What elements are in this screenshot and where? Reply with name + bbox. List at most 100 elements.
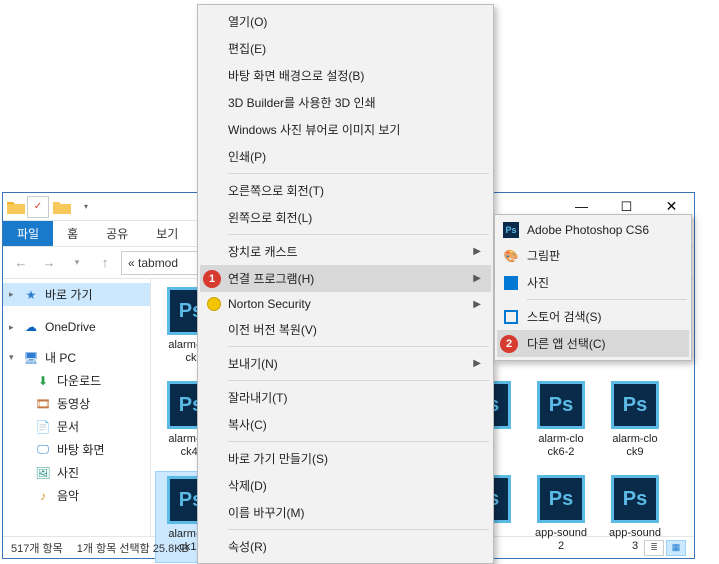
photoshop-file-icon: Ps bbox=[611, 381, 659, 429]
photoshop-file-icon: Ps bbox=[537, 381, 585, 429]
navigation-pane: ▸ ★ 바로 가기 ▸ ☁ OneDrive ▾ 🖥 내 PC ⬇ 다운로드 🎞 bbox=[3, 279, 151, 536]
nav-up[interactable]: ↑ bbox=[93, 251, 117, 275]
nav-label: 사진 bbox=[57, 464, 79, 481]
submenu-item-label: 그림판 bbox=[527, 247, 560, 264]
submenu-arrow-icon: ▶ bbox=[473, 273, 481, 284]
menu-item[interactable]: 왼쪽으로 회전(L) bbox=[200, 204, 491, 231]
menu-item[interactable]: 복사(C) bbox=[200, 411, 491, 438]
nav-onedrive[interactable]: ▸ ☁ OneDrive bbox=[3, 316, 150, 338]
file-item[interactable]: Ps app-sound2 bbox=[525, 471, 597, 563]
video-icon: 🎞 bbox=[35, 396, 51, 412]
tab-share[interactable]: 공유 bbox=[92, 221, 142, 246]
menu-separator bbox=[228, 529, 489, 530]
menu-item[interactable]: 열기(O) bbox=[200, 8, 491, 35]
menu-item[interactable]: Norton Security▶ bbox=[200, 292, 491, 316]
file-name-label: app-sound2 bbox=[535, 527, 587, 553]
submenu-item[interactable]: 2 다른 앱 선택(C) bbox=[497, 330, 689, 357]
submenu-item-label: 스토어 검색(S) bbox=[527, 308, 602, 325]
item-count: 517개 항목 bbox=[11, 540, 63, 556]
nav-documents[interactable]: 📄 문서 bbox=[3, 415, 150, 438]
folder-icon bbox=[7, 198, 25, 216]
nav-quick-access[interactable]: ▸ ★ 바로 가기 bbox=[3, 283, 150, 306]
menu-item-label: 복사(C) bbox=[228, 416, 267, 433]
selection-info: 1개 항목 선택함 25.8KB bbox=[77, 540, 189, 556]
menu-item[interactable]: 1 연결 프로그램(H) ▶ bbox=[200, 265, 491, 292]
menu-item[interactable]: 이름 바꾸기(M) bbox=[200, 499, 491, 526]
nav-music[interactable]: ♪ 음악 bbox=[3, 484, 150, 507]
nav-label: 문서 bbox=[57, 418, 79, 435]
menu-item-label: 오른쪽으로 회전(T) bbox=[228, 182, 324, 199]
view-details-button[interactable]: ≣ bbox=[644, 540, 664, 556]
submenu-item[interactable]: 🎨그림판 bbox=[497, 242, 689, 269]
menu-item[interactable]: 편집(E) bbox=[200, 35, 491, 62]
menu-item[interactable]: 인쇄(P) bbox=[200, 143, 491, 170]
context-submenu-open-with: PsAdobe Photoshop CS6🎨그림판사진스토어 검색(S) 2 다른 … bbox=[494, 214, 692, 361]
qat-folder-icon[interactable] bbox=[51, 196, 73, 218]
photoshop-file-icon: Ps bbox=[537, 475, 585, 523]
step-badge: 1 bbox=[203, 270, 221, 288]
submenu-arrow-icon: ▶ bbox=[473, 246, 481, 257]
submenu-item[interactable]: 사진 bbox=[497, 269, 689, 296]
tab-home[interactable]: 홈 bbox=[53, 221, 92, 246]
menu-item[interactable]: Windows 사진 뷰어로 이미지 보기 bbox=[200, 116, 491, 143]
menu-item-label: 바탕 화면 배경으로 설정(B) bbox=[228, 67, 364, 84]
photoshop-icon: Ps bbox=[503, 222, 519, 238]
nav-label: 내 PC bbox=[45, 349, 76, 366]
nav-label: 음악 bbox=[57, 487, 79, 504]
menu-item[interactable]: 속성(R) bbox=[200, 533, 491, 560]
submenu-item-label: 다른 앱 선택(C) bbox=[527, 335, 606, 352]
qat-checkbox[interactable]: ✓ bbox=[27, 196, 49, 218]
nav-back[interactable]: ← bbox=[9, 251, 33, 275]
nav-label: 동영상 bbox=[57, 395, 90, 412]
nav-pictures[interactable]: 🖼 사진 bbox=[3, 461, 150, 484]
nav-forward[interactable]: → bbox=[37, 251, 61, 275]
menu-item[interactable]: 보내기(N)▶ bbox=[200, 350, 491, 377]
menu-item[interactable]: 바탕 화면 배경으로 설정(B) bbox=[200, 62, 491, 89]
file-name-label: alarm-clock9 bbox=[612, 433, 657, 459]
nav-videos[interactable]: 🎞 동영상 bbox=[3, 392, 150, 415]
menu-item-label: 속성(R) bbox=[228, 538, 267, 555]
menu-item[interactable]: 오른쪽으로 회전(T) bbox=[200, 177, 491, 204]
expand-icon: ▾ bbox=[9, 352, 17, 363]
menu-item-label: 이름 바꾸기(M) bbox=[228, 504, 305, 521]
nav-label: 바탕 화면 bbox=[57, 441, 105, 458]
menu-item[interactable]: 잘라내기(T) bbox=[200, 384, 491, 411]
submenu-item[interactable]: 스토어 검색(S) bbox=[497, 303, 689, 330]
expand-icon: ▸ bbox=[9, 289, 17, 300]
menu-separator bbox=[228, 346, 489, 347]
menu-item-label: 3D Builder를 사용한 3D 인쇄 bbox=[228, 94, 376, 111]
menu-item[interactable]: 삭제(D) bbox=[200, 472, 491, 499]
nav-label: OneDrive bbox=[45, 320, 96, 334]
tab-view[interactable]: 보기 bbox=[142, 221, 192, 246]
file-item[interactable]: Psalarm-clock6-2 bbox=[525, 377, 597, 469]
view-mode-switch: ≣ ▦ bbox=[644, 540, 686, 556]
view-icons-button[interactable]: ▦ bbox=[666, 540, 686, 556]
step-badge: 2 bbox=[500, 335, 518, 353]
menu-item[interactable]: 3D Builder를 사용한 3D 인쇄 bbox=[200, 89, 491, 116]
pc-icon: 🖥 bbox=[23, 350, 39, 366]
submenu-arrow-icon: ▶ bbox=[473, 299, 481, 310]
qat-dropdown[interactable]: ▾ bbox=[75, 196, 97, 218]
context-menu: 열기(O) 편집(E) 바탕 화면 배경으로 설정(B) 3D Builder를 사용… bbox=[197, 4, 494, 564]
menu-item[interactable]: 바로 가기 만들기(S) bbox=[200, 445, 491, 472]
nav-desktop[interactable]: 🖵 바탕 화면 bbox=[3, 438, 150, 461]
star-icon: ★ bbox=[23, 287, 39, 303]
menu-item-label: 바로 가기 만들기(S) bbox=[228, 450, 328, 467]
music-icon: ♪ bbox=[35, 488, 51, 504]
menu-item-label: Windows 사진 뷰어로 이미지 보기 bbox=[228, 121, 400, 138]
tab-file[interactable]: 파일 bbox=[3, 221, 53, 246]
menu-item[interactable]: 이전 버전 복원(V) bbox=[200, 316, 491, 343]
nav-recent[interactable]: ▾ bbox=[65, 251, 89, 275]
menu-item-label: 편집(E) bbox=[228, 40, 266, 57]
menu-item[interactable]: 장치로 캐스트▶ bbox=[200, 238, 491, 265]
file-item[interactable]: Ps alarm-clock9 bbox=[599, 377, 671, 469]
submenu-item[interactable]: PsAdobe Photoshop CS6 bbox=[497, 218, 689, 242]
norton-icon bbox=[206, 296, 222, 312]
desktop-icon: 🖵 bbox=[35, 442, 51, 458]
menu-item-label: 인쇄(P) bbox=[228, 148, 266, 165]
menu-separator bbox=[228, 380, 489, 381]
nav-this-pc[interactable]: ▾ 🖥 내 PC bbox=[3, 346, 150, 369]
menu-item-label: 왼쪽으로 회전(L) bbox=[228, 209, 312, 226]
menu-item-label: 연결 프로그램(H) bbox=[228, 270, 314, 287]
nav-downloads[interactable]: ⬇ 다운로드 bbox=[3, 369, 150, 392]
